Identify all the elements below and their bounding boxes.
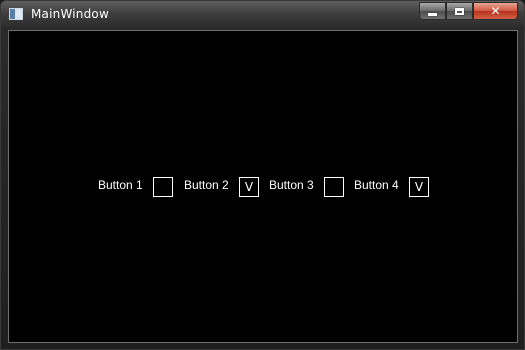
button-4-label[interactable]: Button 4 bbox=[354, 178, 399, 192]
button-4-toggle[interactable]: V bbox=[409, 177, 429, 197]
button-3-label[interactable]: Button 3 bbox=[269, 178, 314, 192]
close-button[interactable]: ✕ bbox=[473, 2, 518, 20]
minimize-button[interactable] bbox=[419, 2, 446, 20]
minimize-icon bbox=[428, 12, 437, 16]
client-area: Button 1 Button 2 V Button 3 Button 4 V bbox=[8, 30, 518, 343]
button-2-toggle[interactable]: V bbox=[239, 177, 259, 197]
button-3-toggle[interactable] bbox=[324, 177, 344, 197]
caption-buttons: ✕ bbox=[419, 2, 518, 21]
button-1-toggle[interactable] bbox=[153, 177, 173, 197]
close-icon: ✕ bbox=[490, 4, 501, 18]
title-bar[interactable]: MainWindow ✕ bbox=[1, 1, 524, 29]
button-row: Button 1 Button 2 V Button 3 Button 4 V bbox=[9, 31, 517, 342]
button-1-label[interactable]: Button 1 bbox=[98, 178, 143, 192]
main-window: MainWindow ✕ Button 1 Button 2 V Button … bbox=[0, 0, 525, 350]
maximize-icon bbox=[455, 7, 464, 15]
window-title: MainWindow bbox=[31, 7, 109, 21]
window-icon[interactable] bbox=[9, 8, 23, 20]
maximize-button[interactable] bbox=[446, 2, 473, 20]
button-2-label[interactable]: Button 2 bbox=[184, 178, 229, 192]
